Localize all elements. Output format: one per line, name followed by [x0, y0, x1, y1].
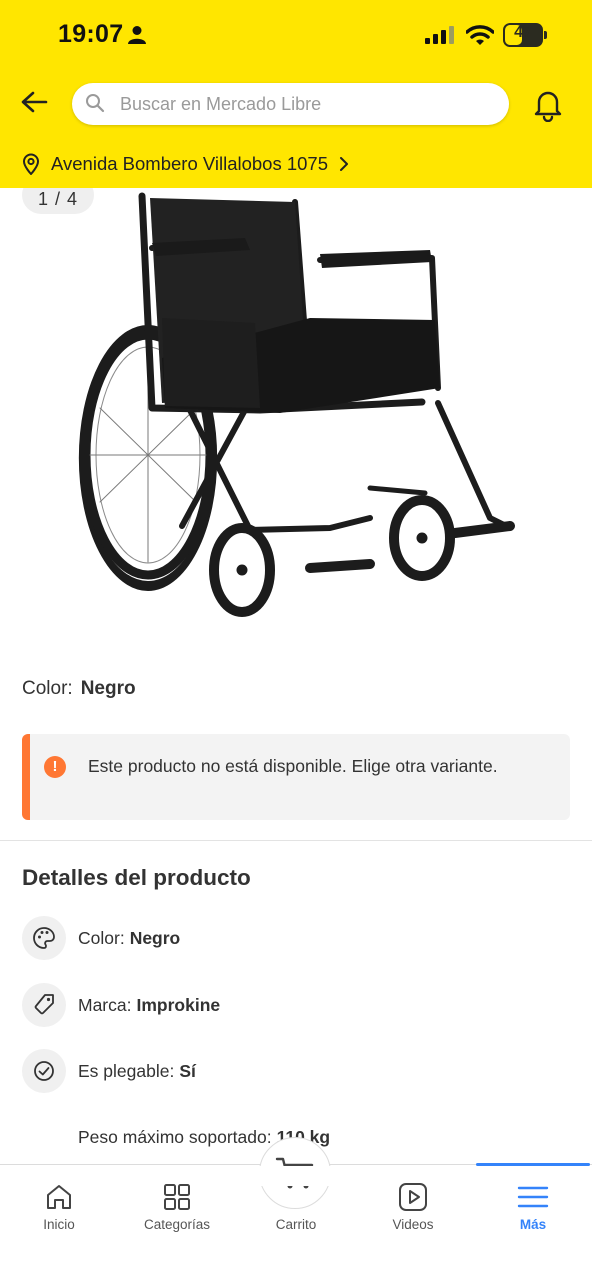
- nav-item-categorias[interactable]: Categorías: [118, 1165, 236, 1280]
- nav-label-categorias: Categorías: [143, 1217, 211, 1232]
- address-text: Avenida Bombero Villalobos 1075: [51, 153, 329, 174]
- alert-accent-bar: [22, 734, 30, 820]
- spec-foldable-value: Sí: [179, 1060, 196, 1081]
- spec-color-value: Negro: [129, 927, 181, 948]
- notifications-button[interactable]: [531, 86, 565, 123]
- details-title: Detalles del producto: [22, 865, 251, 890]
- status-time: 19:07: [58, 20, 124, 48]
- spec-foldable-label: Es plegable:: [78, 1060, 175, 1081]
- search-icon: [86, 94, 105, 113]
- nav-label-mas: Más: [519, 1217, 547, 1232]
- nav-item-mas[interactable]: Más: [474, 1165, 592, 1280]
- app-header: 19:07 47 Buscar en Mercado Libre Avenida…: [0, 0, 592, 188]
- spec-brand-label: Marca:: [78, 994, 132, 1015]
- unavailable-alert: ! Este producto no está disponible. Elig…: [22, 734, 570, 820]
- back-button[interactable]: [16, 86, 52, 118]
- color-variant-value: Negro: [80, 678, 136, 699]
- spec-color-label: Color:: [78, 927, 125, 948]
- shipping-address[interactable]: Avenida Bombero Villalobos 1075: [22, 150, 350, 178]
- bell-icon: [534, 91, 562, 123]
- wifi-icon: [466, 25, 494, 45]
- spec-brand-value: Improkine: [136, 994, 221, 1015]
- image-counter: 1 / 4: [22, 188, 94, 214]
- grid-icon: [164, 1184, 190, 1210]
- nav-label-carrito: Carrito: [275, 1217, 317, 1232]
- warning-icon: !: [44, 756, 66, 778]
- battery-icon: 47: [503, 23, 547, 47]
- nav-item-inicio[interactable]: Inicio: [0, 1165, 118, 1280]
- nav-item-videos[interactable]: Videos: [354, 1165, 472, 1280]
- palette-icon: [22, 916, 66, 960]
- back-arrow-icon: [21, 91, 48, 113]
- product-gallery[interactable]: 1 / 4: [0, 188, 592, 658]
- menu-icon: [517, 1186, 549, 1208]
- location-pin-icon: [22, 153, 40, 175]
- nav-label-inicio: Inicio: [43, 1217, 75, 1232]
- battery-level: 47: [514, 24, 532, 41]
- search-bar[interactable]: [72, 83, 509, 125]
- spec-max-weight-label: Peso máximo soportado:: [78, 1126, 272, 1147]
- tag-icon: [22, 983, 66, 1027]
- home-icon: [47, 1185, 71, 1209]
- person-icon: [128, 26, 146, 44]
- color-variant-label: Color:: [22, 678, 73, 699]
- bottom-navigation: Inicio Categorías Carrito Videos Más: [0, 1137, 592, 1280]
- status-bar: 19:07 47: [0, 0, 592, 70]
- nav-label-videos: Videos: [392, 1217, 434, 1232]
- spec-foldable: Es plegable: Sí: [22, 1049, 196, 1093]
- chevron-right-icon: [340, 157, 349, 171]
- color-variant[interactable]: Color: Negro: [22, 678, 136, 700]
- spec-brand: Marca: Improkine: [22, 983, 220, 1027]
- search-input[interactable]: [120, 83, 500, 125]
- spec-color: Color: Negro: [22, 916, 180, 960]
- play-icon: [399, 1183, 427, 1211]
- section-divider: [0, 840, 592, 841]
- alert-message: Este producto no está disponible. Elige …: [88, 756, 498, 776]
- check-circle-icon: [22, 1049, 66, 1093]
- signal-icon: [425, 26, 454, 44]
- product-image: [78, 192, 515, 617]
